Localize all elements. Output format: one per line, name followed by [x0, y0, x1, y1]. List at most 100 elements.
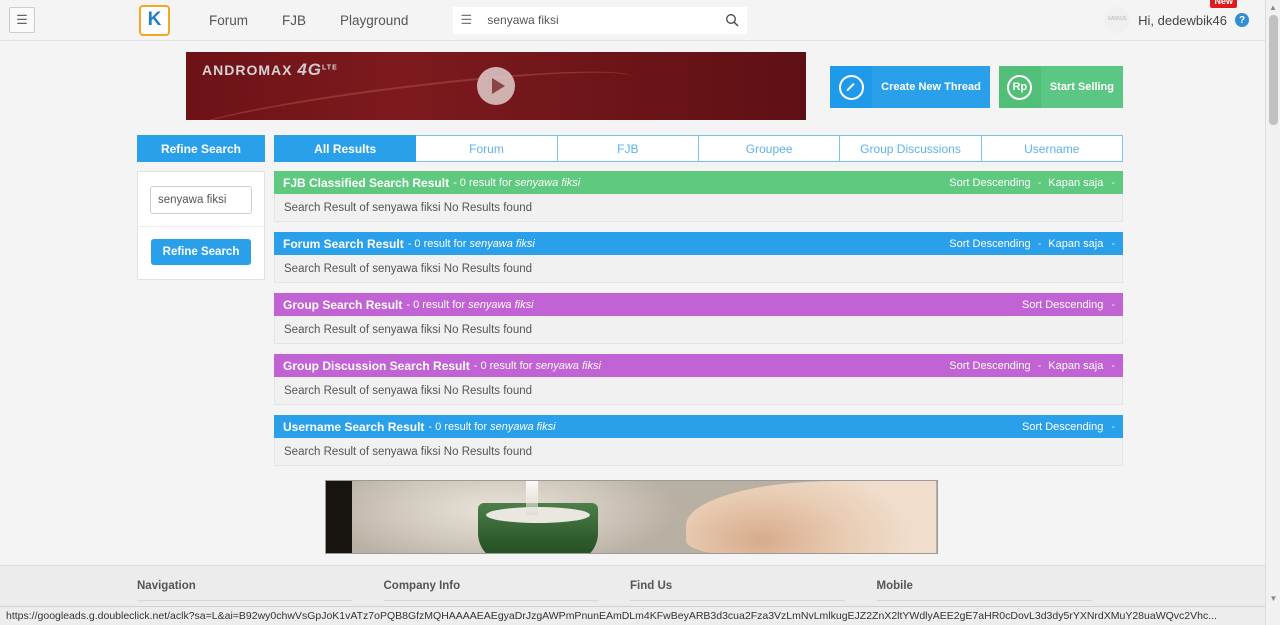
tab-all-results[interactable]: All Results — [274, 135, 417, 162]
search-tabs-row: Refine Search All Results Forum FJB Grou… — [137, 135, 1123, 162]
top-navigation-bar: ☰ K Forum FJB Playground ☰ KASKUS Hi, de… — [0, 0, 1265, 41]
search-result-panel: Group Discussion Search Result - 0 result… — [274, 354, 1123, 405]
footer-column-navigation: Navigation — [137, 580, 384, 601]
search-result-panel: Group Search Result - 0 result for senyaw… — [274, 293, 1123, 344]
browser-page: ☰ K Forum FJB Playground ☰ KASKUS Hi, de… — [0, 0, 1280, 625]
panel-subtitle: - 0 result for senyawa fiksi — [473, 359, 601, 372]
scroll-down-arrow-icon[interactable]: ▼ — [1266, 591, 1280, 606]
panel-title: FJB Classified Search Result — [283, 175, 450, 190]
scroll-up-arrow-icon[interactable]: ▲ — [1266, 0, 1280, 15]
panel-body: Search Result of senyawa fiksi No Result… — [274, 255, 1123, 283]
panel-query-term: senyawa fiksi — [535, 359, 601, 372]
scrollbar-thumb[interactable] — [1269, 15, 1278, 125]
search-submit-button[interactable] — [717, 6, 748, 34]
play-icon[interactable] — [477, 67, 515, 105]
ad-brand-small: LTE — [322, 64, 338, 72]
logo-letter: K — [147, 9, 162, 30]
tool-separator: - — [1037, 237, 1042, 250]
chevron-down-icon[interactable]: - — [1111, 177, 1115, 189]
search-result-panel: Username Search Result - 0 result for sen… — [274, 415, 1123, 466]
scrollbar-corner — [1265, 606, 1280, 625]
pencil-glyph — [846, 83, 855, 91]
time-filter-button[interactable]: Kapan saja — [1048, 360, 1103, 372]
rupiah-glyph: Rp — [1007, 74, 1033, 100]
chevron-down-icon[interactable]: - — [1111, 421, 1115, 433]
tab-groupee[interactable]: Groupee — [698, 135, 841, 162]
ad-brand-suffix: 4G — [297, 60, 323, 79]
create-new-thread-button[interactable]: Create New Thread — [830, 66, 990, 108]
ad-pour-stream — [526, 481, 538, 515]
panel-subtitle: - 0 result for senyawa fiksi — [406, 298, 534, 311]
footer-column-company-info: Company Info — [383, 580, 631, 601]
panel-body: Search Result of senyawa fiksi No Result… — [274, 377, 1123, 405]
nav-item-playground[interactable]: Playground — [323, 13, 425, 28]
search-input[interactable] — [479, 6, 718, 34]
panel-body: Search Result of senyawa fiksi No Result… — [274, 316, 1123, 344]
time-filter-button[interactable]: Kapan saja — [1048, 238, 1103, 250]
panel-tools: Sort Descending - Kapan saja - — [949, 177, 1115, 189]
panel-header: Username Search Result - 0 result for sen… — [274, 415, 1123, 438]
main-nav: Forum FJB Playground — [192, 13, 425, 28]
pencil-icon — [830, 66, 873, 108]
panel-tools: Sort Descending - Kapan saja - — [949, 238, 1115, 250]
browser-status-bar: https://googleads.g.doubleclick.net/aclk… — [0, 606, 1280, 625]
new-notification-badge[interactable]: New — [1210, 0, 1237, 8]
refine-search-input[interactable] — [150, 186, 252, 214]
panel-tools: Sort Descending - — [1022, 299, 1115, 311]
ad-and-actions-row: ANDROMAX 4GLTE Create New Thread Rp Star… — [186, 52, 1123, 120]
footer-column-find-us: Find Us — [630, 580, 877, 601]
tab-group-discussions[interactable]: Group Discussions — [840, 135, 982, 162]
ad-mug-image — [478, 503, 598, 553]
sort-descending-button[interactable]: Sort Descending — [1022, 421, 1103, 433]
help-question-icon[interactable]: ? — [1235, 13, 1249, 27]
avatar[interactable]: KASKUS — [1104, 7, 1131, 33]
action-buttons: Create New Thread Rp Start Selling — [830, 66, 1123, 108]
kaskus-logo[interactable]: K — [139, 4, 170, 36]
ad-brand-name: ANDROMAX — [202, 62, 293, 78]
footer-title-navigation: Navigation — [137, 580, 196, 592]
bottom-video-ad[interactable] — [325, 480, 938, 554]
result-tabs: All Results Forum FJB Groupee Group Disc… — [274, 135, 1123, 162]
panel-tools: Sort Descending - Kapan saja - — [949, 360, 1115, 372]
panel-header: Forum Search Result - 0 result for senyaw… — [274, 232, 1123, 255]
tab-fjb[interactable]: FJB — [557, 135, 699, 162]
andromax-video-ad[interactable]: ANDROMAX 4GLTE — [186, 52, 806, 120]
search-result-panel: FJB Classified Search Result - 0 result f… — [274, 171, 1123, 222]
panel-header: Group Discussion Search Result - 0 result… — [274, 354, 1123, 377]
sort-descending-button[interactable]: Sort Descending — [949, 177, 1030, 189]
vertical-scrollbar[interactable]: ▲ ▼ — [1265, 0, 1280, 606]
page-content: ANDROMAX 4GLTE Create New Thread Rp Star… — [0, 41, 1265, 565]
footer-column-mobile: Mobile — [876, 580, 1124, 601]
user-greeting[interactable]: Hi, dedewbik46 — [1138, 13, 1227, 28]
ad-mug-rim — [486, 507, 590, 523]
search-result-panel: Forum Search Result - 0 result for senyaw… — [274, 232, 1123, 283]
avatar-text: KASKUS — [1107, 16, 1127, 23]
search-category-icon[interactable]: ☰ — [453, 6, 480, 34]
tab-username[interactable]: Username — [981, 135, 1123, 162]
nav-item-fjb[interactable]: FJB — [265, 13, 323, 28]
panel-subtitle: - 0 result for senyawa fiksi — [407, 237, 535, 250]
panel-subtitle: - 0 result for senyawa fiksi — [453, 176, 581, 189]
sort-descending-button[interactable]: Sort Descending — [949, 238, 1030, 250]
panel-title: Username Search Result — [283, 419, 425, 434]
hamburger-menu-icon[interactable]: ☰ — [9, 7, 35, 33]
status-bar-url: https://googleads.g.doubleclick.net/aclk… — [6, 610, 1217, 622]
chevron-down-icon[interactable]: - — [1111, 238, 1115, 250]
refine-search-tab[interactable]: Refine Search — [137, 135, 265, 162]
chevron-down-icon[interactable]: - — [1111, 360, 1115, 372]
nav-item-forum[interactable]: Forum — [192, 13, 265, 28]
refine-search-button[interactable]: Refine Search — [150, 239, 252, 265]
rupiah-icon: Rp — [998, 66, 1041, 108]
time-filter-button[interactable]: Kapan saja — [1048, 177, 1103, 189]
panel-title: Forum Search Result — [283, 236, 404, 251]
panel-title: Group Discussion Search Result — [283, 358, 470, 373]
footer-title-mobile: Mobile — [876, 580, 913, 592]
panel-body: Search Result of senyawa fiksi No Result… — [274, 194, 1123, 222]
create-new-thread-label: Create New Thread — [872, 66, 990, 108]
ad-brand-text: ANDROMAX 4GLTE — [202, 60, 338, 80]
start-selling-button[interactable]: Rp Start Selling — [998, 66, 1123, 108]
sort-descending-button[interactable]: Sort Descending — [1022, 299, 1103, 311]
chevron-down-icon[interactable]: - — [1111, 299, 1115, 311]
tab-forum[interactable]: Forum — [416, 135, 558, 162]
sort-descending-button[interactable]: Sort Descending — [949, 360, 1030, 372]
